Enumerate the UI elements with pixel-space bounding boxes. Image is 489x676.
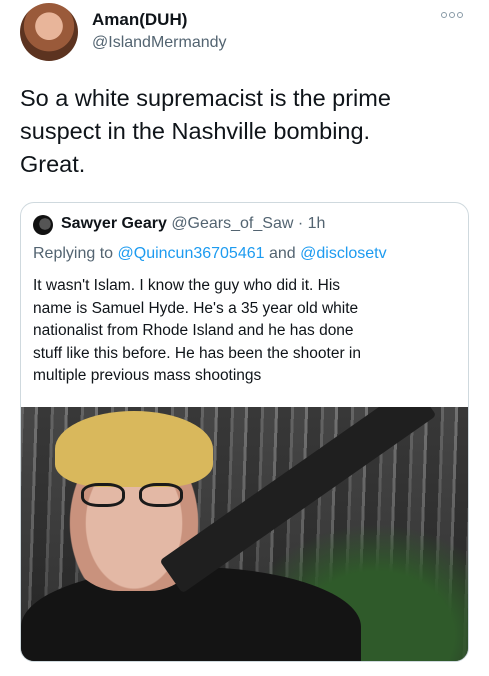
more-options-icon[interactable] xyxy=(441,8,467,22)
quoted-author-name: Sawyer Geary xyxy=(61,215,167,232)
author-avatar[interactable] xyxy=(20,3,78,61)
dot xyxy=(441,12,447,18)
quoted-tweet-card[interactable]: Sawyer Geary @Gears_of_Saw · 1h Replying… xyxy=(20,202,469,662)
quoted-author-handle: @Gears_of_Saw xyxy=(171,215,294,232)
quoted-tweet-photo[interactable] xyxy=(21,407,468,661)
replying-user-link[interactable]: @disclosetv xyxy=(300,245,387,262)
quoted-tweet-time: 1h xyxy=(307,215,326,232)
quoted-author-avatar xyxy=(33,215,53,235)
tweet-text: So a white supremacist is the prime susp… xyxy=(20,85,391,177)
photo-glasses xyxy=(77,483,189,509)
dot xyxy=(449,12,455,18)
photo-person-hair xyxy=(55,411,213,487)
replying-to-line: Replying to @Quincun36705461 and @disclo… xyxy=(33,245,387,263)
replying-prefix: Replying to xyxy=(33,245,118,262)
quoted-tweet-header: Sawyer Geary @Gears_of_Saw · 1h xyxy=(61,215,325,233)
dot xyxy=(457,12,463,18)
replying-user-link[interactable]: @Quincun36705461 xyxy=(118,245,265,262)
replying-and: and xyxy=(264,245,301,262)
glasses-lens xyxy=(139,483,183,507)
quoted-tweet-text: It wasn't Islam. I know the guy who did … xyxy=(33,277,361,384)
separator: · xyxy=(297,215,304,232)
author-display-name[interactable]: Aman(DUH) xyxy=(92,10,187,30)
author-handle[interactable]: @IslandMermandy xyxy=(92,34,227,52)
glasses-lens xyxy=(81,483,125,507)
